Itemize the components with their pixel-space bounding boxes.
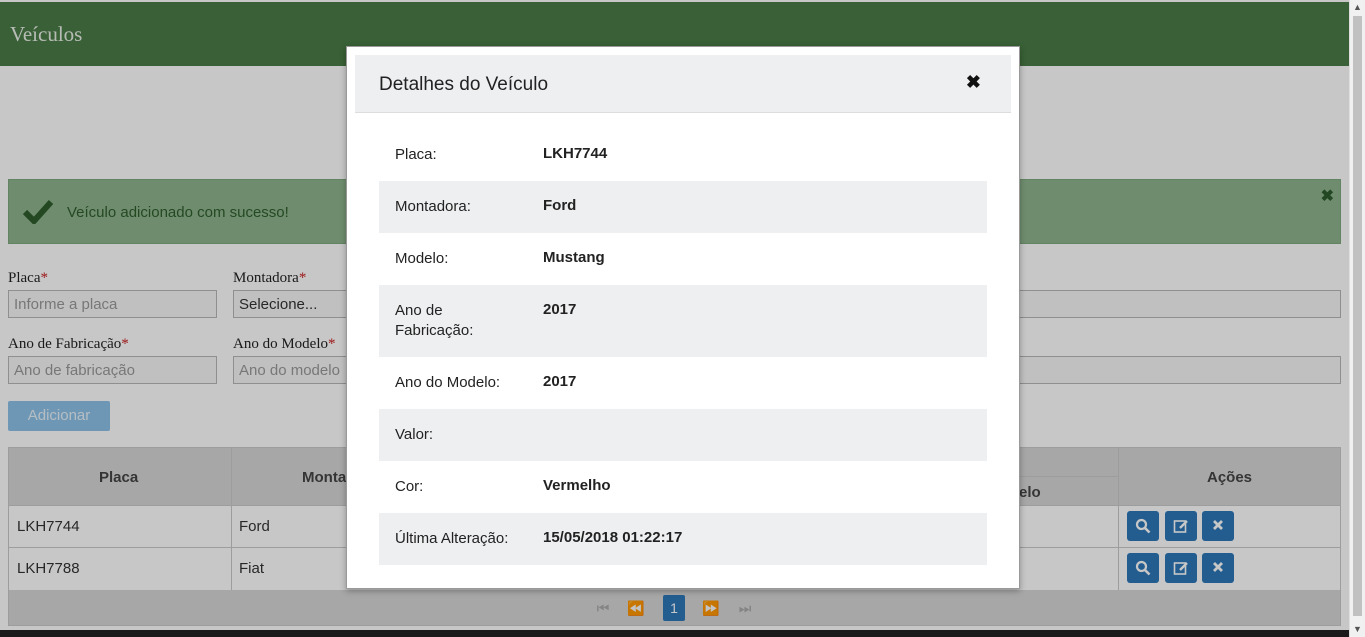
detail-row-modelo: Modelo: Mustang — [379, 233, 987, 285]
detail-label: Ano de Fabricação: — [395, 302, 474, 339]
detail-label: Placa: — [395, 146, 437, 163]
page-scrollbar[interactable]: ▲ ▼ — [1349, 0, 1365, 637]
scroll-up-icon[interactable]: ▲ — [1353, 2, 1362, 12]
detail-label: Ano do Modelo: — [395, 374, 501, 391]
detail-row-valor: Valor: — [379, 409, 987, 461]
scroll-down-icon[interactable]: ▼ — [1353, 624, 1362, 634]
detail-row-cor: Cor: Vermelho — [379, 461, 987, 513]
detail-value: Vermelho — [543, 477, 611, 494]
dialog-title: Detalhes do Veículo — [379, 74, 549, 95]
detail-value: LKH7744 — [543, 145, 608, 162]
dialog-header: Detalhes do Veículo ✖ — [355, 55, 1011, 113]
dialog-close-icon[interactable]: ✖ — [966, 72, 981, 93]
vehicle-details-dialog: Detalhes do Veículo ✖ Placa: LKH7744 Mon… — [346, 46, 1020, 589]
detail-label: Montadora: — [395, 198, 471, 215]
detail-value: 15/05/2018 01:22:17 — [543, 529, 683, 546]
detail-value: 2017 — [543, 301, 577, 318]
detail-label: Valor: — [395, 426, 434, 443]
scrollbar-thumb[interactable] — [1353, 16, 1362, 616]
detail-row-ultima-alteracao: Última Alteração: 15/05/2018 01:22:17 — [379, 513, 987, 565]
detail-row-montadora: Montadora: Ford — [379, 181, 987, 233]
detail-row-ano-fabricacao: Ano de Fabricação: 2017 — [379, 285, 987, 357]
detail-label: Cor: — [395, 478, 424, 495]
detail-value: Mustang — [543, 249, 605, 266]
detail-label: Modelo: — [395, 250, 449, 267]
detail-row-ano-modelo: Ano do Modelo: 2017 — [379, 357, 987, 409]
detail-label: Última Alteração: — [395, 530, 509, 547]
detail-value: 2017 — [543, 373, 577, 390]
bottom-strip — [0, 630, 1349, 637]
detail-value: Ford — [543, 197, 577, 214]
detail-row-placa: Placa: LKH7744 — [379, 129, 987, 181]
